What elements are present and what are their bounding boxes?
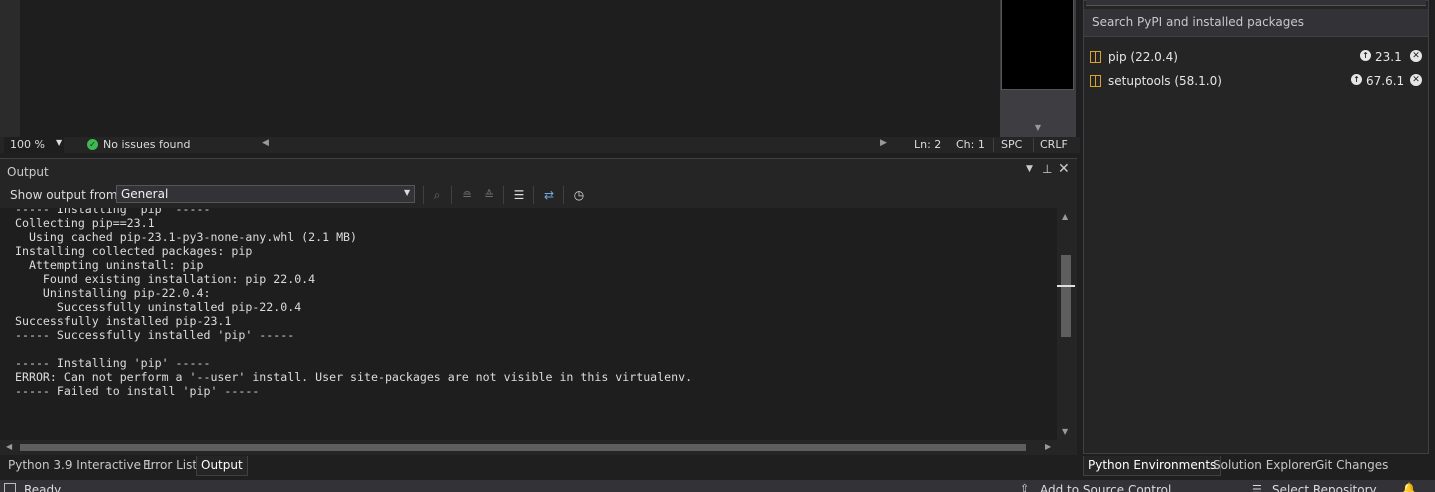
next-message-icon[interactable]: ≙ <box>481 187 497 203</box>
uninstall-icon[interactable]: ✕ <box>1410 74 1422 86</box>
scroll-left-arrow-icon[interactable]: ◀ <box>6 442 12 451</box>
uninstall-icon[interactable]: ✕ <box>1410 50 1422 62</box>
editor-text-area[interactable] <box>20 0 1000 137</box>
scroll-position-marker <box>1057 285 1075 287</box>
bottom-tool-tabs: Python 3.9 Interactive 1 Error List Outp… <box>0 455 1080 476</box>
chevron-down-icon: ▼ <box>56 138 63 147</box>
line-ending[interactable]: CRLF <box>1040 138 1068 151</box>
upgrade-arrow-icon[interactable]: ↑ <box>1351 74 1362 85</box>
scroll-right-arrow-icon[interactable]: ▶ <box>880 138 887 148</box>
clear-all-icon[interactable]: ☰ <box>511 187 527 203</box>
issues-status[interactable]: No issues found <box>103 138 190 151</box>
toolbar-divider <box>503 186 504 204</box>
python-environments-panel <box>1083 0 1429 454</box>
scroll-up-arrow-icon[interactable]: ▲ <box>1062 212 1068 221</box>
package-item[interactable]: pip (22.0.4) ↑ 23.1 ✕ <box>1090 49 1424 67</box>
tab-python-interactive[interactable]: Python 3.9 Interactive 1 <box>4 456 156 475</box>
tab-solution-explorer[interactable]: Solution Explorer <box>1209 456 1320 475</box>
editor-gutter <box>0 0 20 137</box>
repository-icon: ☰ <box>1252 483 1262 492</box>
output-text-area[interactable]: ----- Installing 'pip' ----- Collecting … <box>0 208 1057 440</box>
tab-output[interactable]: Output <box>196 456 248 476</box>
zoom-dropdown[interactable]: 100 % ▼ <box>4 137 64 153</box>
search-placeholder: Search PyPI and installed packages <box>1092 15 1305 29</box>
find-message-icon[interactable]: ⌕ <box>429 187 445 203</box>
pin-icon[interactable]: ⊥ <box>1042 162 1052 176</box>
status-text: Ready <box>24 483 62 492</box>
scroll-down-arrow-icon[interactable]: ▼ <box>1062 427 1068 436</box>
whitespace-mode[interactable]: SPC <box>1001 138 1022 151</box>
right-panel-tabs: Python Environments Solution Explorer Gi… <box>1083 455 1435 476</box>
word-wrap-icon[interactable]: ⇄ <box>541 187 557 203</box>
scroll-left-arrow-icon[interactable]: ◀ <box>262 138 269 148</box>
upgrade-version[interactable]: 23.1 <box>1375 50 1402 64</box>
chevron-down-icon: ▼ <box>404 188 411 197</box>
previous-message-icon[interactable]: ≘ <box>459 187 475 203</box>
upload-icon: ⇧ <box>1020 482 1030 492</box>
divider <box>1033 138 1034 152</box>
select-repository-button[interactable]: Select Repository <box>1272 483 1377 492</box>
environment-selector-bar[interactable] <box>1086 0 1426 6</box>
char-number[interactable]: Ch: 1 <box>956 138 985 151</box>
toolbar-divider <box>423 186 424 204</box>
close-icon[interactable]: ✕ <box>1058 161 1070 177</box>
show-output-label: Show output from: <box>10 188 122 202</box>
package-icon <box>1090 75 1101 87</box>
toolbar-divider <box>563 186 564 204</box>
upgrade-version[interactable]: 67.6.1 <box>1366 74 1404 88</box>
editor-status-strip: 100 % ▼ ✓ No issues found ◀ ▶ Ln: 2 Ch: … <box>0 137 1080 153</box>
clock-icon[interactable]: ◷ <box>571 187 587 203</box>
notification-bell-icon[interactable]: 🔔 <box>1402 482 1416 492</box>
upgrade-arrow-icon[interactable]: ↑ <box>1360 50 1371 61</box>
package-search-input[interactable]: Search PyPI and installed packages <box>1084 9 1428 37</box>
panel-menu-icon[interactable]: ▼ <box>1026 164 1033 174</box>
tab-error-list[interactable]: Error List <box>139 456 201 475</box>
scroll-right-arrow-icon[interactable]: ▶ <box>1045 442 1051 451</box>
status-bar: Ready ⇧ Add to Source Control ☰ Select R… <box>0 480 1435 492</box>
output-source-value: General <box>121 187 169 201</box>
scroll-down-arrow-icon[interactable]: ▼ <box>1032 123 1044 133</box>
editor-minimap[interactable] <box>1001 0 1074 90</box>
package-name: pip (22.0.4) <box>1108 50 1178 64</box>
tab-python-environments[interactable]: Python Environments <box>1083 456 1222 476</box>
package-item[interactable]: setuptools (58.1.0) ↑ 67.6.1 ✕ <box>1090 73 1424 91</box>
panel-title: Output <box>7 165 49 179</box>
output-panel: Output ▼ ⊥ ✕ Show output from: General ▼… <box>0 158 1077 455</box>
package-name: setuptools (58.1.0) <box>1108 74 1222 88</box>
output-log: ----- Installing 'pip' ----- Collecting … <box>15 208 693 398</box>
toolbar-divider <box>451 186 452 204</box>
divider <box>993 138 994 152</box>
zoom-level: 100 % <box>10 138 45 151</box>
output-horizontal-scrollbar[interactable]: ◀ ▶ <box>0 440 1057 455</box>
add-to-source-control-button[interactable]: Add to Source Control <box>1040 483 1171 492</box>
toolbar-divider <box>533 186 534 204</box>
tab-git-changes[interactable]: Git Changes <box>1311 456 1392 475</box>
output-window-icon <box>4 483 16 492</box>
scrollbar-thumb[interactable] <box>20 444 1026 451</box>
scrollbar-thumb[interactable] <box>1061 255 1071 337</box>
line-number[interactable]: Ln: 2 <box>914 138 941 151</box>
check-circle-icon: ✓ <box>87 139 98 150</box>
output-source-select[interactable]: General ▼ <box>116 185 415 203</box>
package-icon <box>1090 51 1101 63</box>
